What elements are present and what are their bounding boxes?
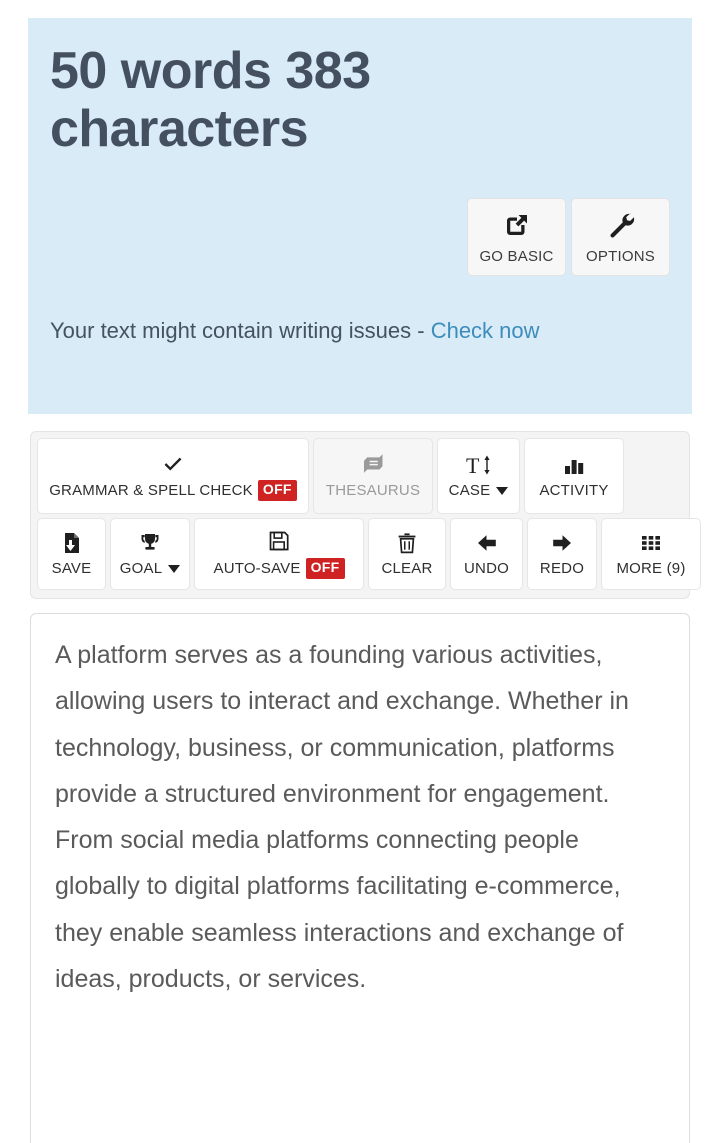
redo-label: REDO bbox=[539, 560, 585, 577]
save-button[interactable]: SAVE bbox=[37, 518, 106, 590]
grammar-spell-check-button[interactable]: GRAMMAR & SPELL CHECK OFF bbox=[37, 438, 309, 514]
writing-issues-notice: Your text might contain writing issues -… bbox=[50, 311, 650, 351]
floppy-disk-icon bbox=[267, 528, 291, 554]
more-label: MORE (9) bbox=[616, 560, 686, 577]
save-label-row: SAVE bbox=[52, 560, 92, 577]
grid-apps-icon bbox=[638, 530, 664, 556]
toolbar-row-1: GRAMMAR & SPELL CHECK OFF THESAURUS T CA… bbox=[37, 438, 683, 514]
activity-label: ACTIVITY bbox=[539, 482, 609, 499]
auto-save-button[interactable]: AUTO-SAVE OFF bbox=[194, 518, 364, 590]
options-label: OPTIONS bbox=[586, 247, 655, 265]
word-counter-app: 50 words 383 characters GO BASIC OPTIONS… bbox=[0, 0, 720, 1143]
undo-label: UNDO bbox=[464, 560, 509, 577]
clear-label-row: CLEAR bbox=[381, 560, 432, 577]
bar-chart-icon bbox=[561, 452, 587, 478]
activity-label-row: ACTIVITY bbox=[539, 482, 608, 499]
header-panel: 50 words 383 characters GO BASIC OPTIONS… bbox=[28, 18, 692, 414]
grammar-status-badge: OFF bbox=[257, 480, 297, 501]
goal-button[interactable]: GOAL bbox=[110, 518, 190, 590]
grammar-spell-check-label: GRAMMAR & SPELL CHECK bbox=[49, 482, 253, 499]
more-button[interactable]: MORE (9) bbox=[601, 518, 701, 590]
chevron-down-icon bbox=[168, 564, 181, 573]
redo-button[interactable]: REDO bbox=[527, 518, 597, 590]
case-label: CASE bbox=[448, 482, 491, 499]
trophy-icon bbox=[137, 530, 163, 556]
clear-label: CLEAR bbox=[381, 560, 433, 577]
go-basic-label: GO BASIC bbox=[479, 247, 554, 265]
text-case-icon: T bbox=[464, 452, 494, 478]
auto-save-label-row: AUTO-SAVE OFF bbox=[213, 558, 345, 579]
case-label-row: CASE bbox=[449, 482, 509, 499]
toolbar-row-2: SAVE GOAL AUTO-SAVE OFF CLEAR UNDO REDO … bbox=[37, 518, 701, 590]
svg-text:T: T bbox=[466, 453, 480, 478]
external-link-icon bbox=[502, 210, 532, 240]
activity-button[interactable]: ACTIVITY bbox=[524, 438, 624, 514]
goal-label-row: GOAL bbox=[119, 560, 181, 577]
undo-button[interactable]: UNDO bbox=[450, 518, 523, 590]
trash-icon bbox=[395, 530, 419, 556]
checkmark-icon bbox=[160, 450, 186, 476]
undo-label-row: UNDO bbox=[464, 560, 509, 577]
auto-save-label: AUTO-SAVE bbox=[213, 560, 301, 577]
book-icon bbox=[360, 452, 386, 478]
go-basic-button[interactable]: GO BASIC bbox=[467, 198, 566, 276]
arrow-left-icon bbox=[474, 530, 500, 556]
clear-button[interactable]: CLEAR bbox=[368, 518, 446, 590]
case-button[interactable]: T CASE bbox=[437, 438, 520, 514]
redo-label-row: REDO bbox=[540, 560, 584, 577]
auto-save-status-badge: OFF bbox=[305, 558, 345, 579]
options-button[interactable]: OPTIONS bbox=[571, 198, 670, 276]
header-button-group: GO BASIC OPTIONS bbox=[467, 198, 670, 276]
wrench-icon bbox=[606, 210, 636, 240]
editor-toolbar: GRAMMAR & SPELL CHECK OFF THESAURUS T CA… bbox=[30, 431, 701, 599]
page-title: 50 words 383 characters bbox=[50, 42, 371, 159]
check-now-link[interactable]: Check now bbox=[431, 318, 540, 343]
arrow-right-icon bbox=[549, 530, 575, 556]
save-label: SAVE bbox=[51, 560, 92, 577]
thesaurus-button[interactable]: THESAURUS bbox=[313, 438, 433, 514]
chevron-down-icon bbox=[496, 486, 509, 495]
text-editor-area[interactable]: A platform serves as a founding various … bbox=[30, 613, 690, 1143]
writing-issues-text: Your text might contain writing issues - bbox=[50, 318, 431, 343]
more-label-row: MORE (9) bbox=[616, 560, 685, 577]
file-download-icon bbox=[60, 530, 84, 556]
thesaurus-label: THESAURUS bbox=[325, 482, 421, 499]
goal-label: GOAL bbox=[119, 560, 163, 577]
grammar-spell-check-label-row: GRAMMAR & SPELL CHECK OFF bbox=[49, 480, 297, 501]
thesaurus-label-row: THESAURUS bbox=[326, 482, 420, 499]
editor-text-input[interactable]: A platform serves as a founding various … bbox=[55, 632, 667, 1002]
